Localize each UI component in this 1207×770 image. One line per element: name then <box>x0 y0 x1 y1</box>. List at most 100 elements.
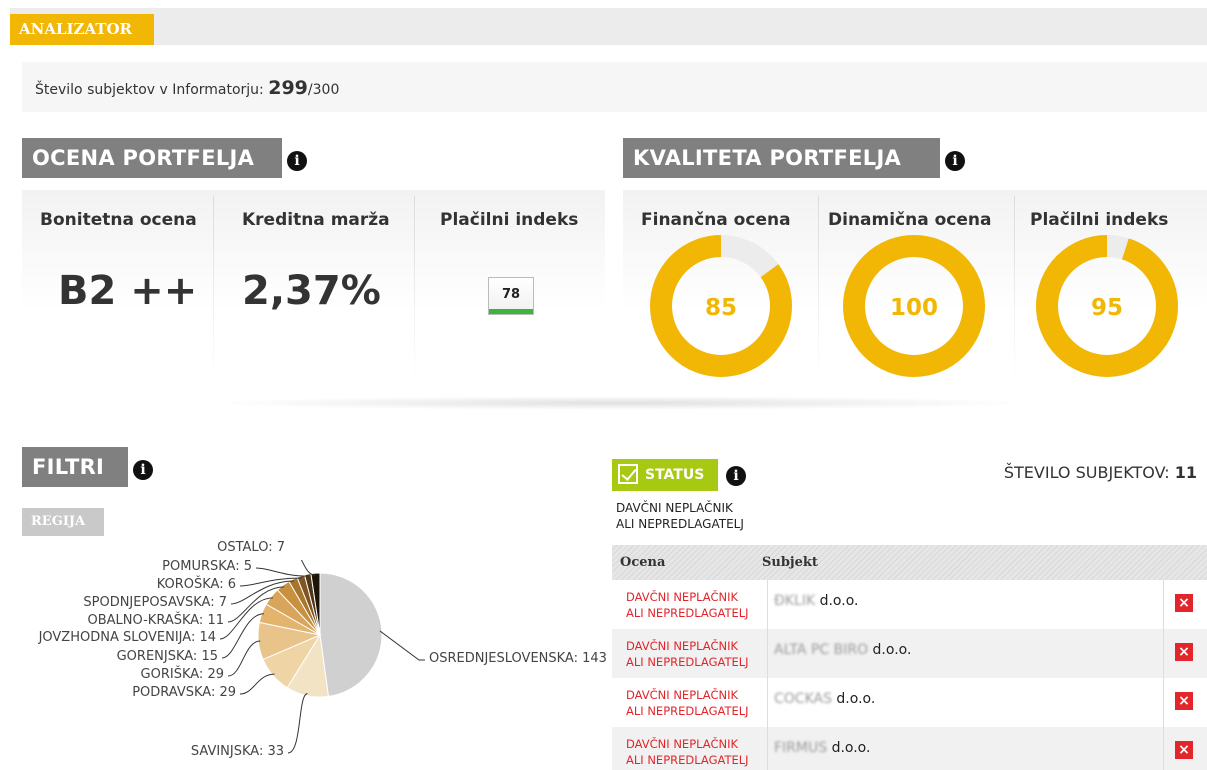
row-subject-link[interactable]: ALTA PC BIRO d.o.o. <box>774 642 911 658</box>
pie-slice[interactable] <box>319 572 383 697</box>
pie-label: GORENJSKA: 15 <box>116 649 218 664</box>
pie-leader-line <box>239 673 275 695</box>
kvaliteta-info-icon[interactable]: i <box>945 151 965 171</box>
column-header-ocena[interactable]: Ocena <box>620 555 665 570</box>
placilni-indeks-label: Plačilni indeks <box>440 210 579 230</box>
financna-ocena-gauge: 85 <box>650 235 792 377</box>
column-header-subjekt[interactable]: Subjekt <box>762 555 818 570</box>
pie-leader-line <box>255 567 309 577</box>
placilni-indeks-badge: 78 <box>488 277 534 315</box>
column-divider <box>414 196 415 384</box>
remove-icon[interactable]: × <box>1175 741 1193 759</box>
filtri-title: FILTRI <box>22 447 128 487</box>
row-ocena-line: DAVČNI NEPLAČNIK <box>626 688 739 702</box>
table-row[interactable]: DAVČNI NEPLAČNIK ALI NEPREDLAGATELJ ĐKLI… <box>612 580 1207 629</box>
remove-icon[interactable]: × <box>1175 692 1193 710</box>
dinamicna-ocena-gauge: 100 <box>843 235 985 377</box>
pie-label: PODRAVSKA: 29 <box>132 685 236 700</box>
ocena-info-icon[interactable]: i <box>287 151 307 171</box>
pie-label: SAVINJSKA: 33 <box>190 744 284 759</box>
row-subject-link[interactable]: COCKAS d.o.o. <box>774 691 875 707</box>
row-subject-link[interactable]: ĐKLIK d.o.o. <box>774 593 858 609</box>
pie-label: SPODNJEPOSAVSKA: 7 <box>83 595 227 610</box>
status-badge-label: STATUS <box>645 467 705 483</box>
row-subject-suffix: d.o.o. <box>868 642 912 658</box>
filtri-info-icon[interactable]: i <box>133 460 153 480</box>
pie-leader-line <box>227 640 261 677</box>
placilni-indeks-gauge-label: Plačilni indeks <box>1030 210 1169 230</box>
subject-counter-bar: Število subjektov v Informatorju: 299/30… <box>22 62 1207 112</box>
top-bar <box>10 8 1207 45</box>
column-divider <box>818 196 819 384</box>
table-row[interactable]: DAVČNI NEPLAČNIK ALI NEPREDLAGATELJ ALTA… <box>612 629 1207 678</box>
row-ocena: DAVČNI NEPLAČNIK ALI NEPREDLAGATELJ <box>626 687 749 719</box>
row-ocena-line: ALI NEPREDLAGATELJ <box>626 753 749 767</box>
pie-label: JOVZHODNA SLOVENIJA: 14 <box>38 630 216 645</box>
subject-counter: Število subjektov v Informatorju: 299/30… <box>35 77 339 99</box>
ocena-portfelja-title: OCENA PORTFELJA <box>22 138 282 178</box>
status-description: DAVČNI NEPLAČNIK ALI NEPREDLAGATELJ <box>616 500 744 532</box>
cell-divider <box>767 629 768 678</box>
dinamicna-ocena-value: 100 <box>889 295 938 321</box>
row-subject-suffix: d.o.o. <box>831 691 876 707</box>
bonitetna-ocena-label: Bonitetna ocena <box>40 210 197 230</box>
status-description-line: DAVČNI NEPLAČNIK <box>616 501 733 515</box>
redacted-name: ĐKLIK <box>774 593 816 609</box>
cell-divider <box>767 678 768 727</box>
subject-count-label: ŠTEVILO SUBJEKTOV: <box>1003 463 1170 482</box>
pie-label: OBALNO-KRAŠKA: 11 <box>87 613 225 628</box>
pie-label: GORIŠKA: 29 <box>140 667 224 682</box>
pie-label: KOROŠKA: 6 <box>156 577 236 592</box>
subject-count: ŠTEVILO SUBJEKTOV: 11 <box>1004 463 1197 482</box>
status-info-icon[interactable]: i <box>726 466 746 486</box>
placilni-indeks-gauge: 95 <box>1036 235 1178 377</box>
table-row[interactable]: DAVČNI NEPLAČNIK ALI NEPREDLAGATELJ COCK… <box>612 678 1207 727</box>
tab-analizator[interactable]: ANALIZATOR <box>10 14 154 45</box>
pie-label: OSTALO: 7 <box>217 540 285 555</box>
subject-counter-total: /300 <box>307 82 340 98</box>
remove-icon[interactable]: × <box>1175 643 1193 661</box>
kvaliteta-portfelja-title: KVALITETA PORTFELJA <box>623 138 940 178</box>
subject-counter-label: Število subjektov v Informatorju: <box>35 82 264 98</box>
kreditna-marza-label: Kreditna marža <box>242 210 390 230</box>
pie-label: POMURSKA: 5 <box>162 559 252 574</box>
row-ocena: DAVČNI NEPLAČNIK ALI NEPREDLAGATELJ <box>626 736 749 768</box>
cell-divider <box>1163 727 1164 770</box>
dinamicna-ocena-label: Dinamična ocena <box>828 210 992 230</box>
placilni-indeks-gauge-value: 95 <box>1090 295 1123 321</box>
row-ocena-line: ALI NEPREDLAGATELJ <box>626 704 749 718</box>
redacted-name: FIRMUS <box>774 740 828 756</box>
cell-divider <box>1163 678 1164 727</box>
row-subject-link[interactable]: FIRMUS d.o.o. <box>774 740 870 756</box>
bonitetna-ocena-value: B2 ++ <box>58 268 198 314</box>
row-ocena-line: ALI NEPREDLAGATELJ <box>626 655 749 669</box>
row-ocena-line: DAVČNI NEPLAČNIK <box>626 639 739 653</box>
column-divider <box>1014 196 1015 384</box>
row-ocena-line: ALI NEPREDLAGATELJ <box>626 606 749 620</box>
status-description-line: ALI NEPREDLAGATELJ <box>616 517 744 531</box>
panel-shadow <box>205 396 1035 410</box>
column-divider <box>213 196 214 384</box>
row-ocena-line: DAVČNI NEPLAČNIK <box>626 590 739 604</box>
table-row[interactable]: DAVČNI NEPLAČNIK ALI NEPREDLAGATELJ FIRM… <box>612 727 1207 770</box>
financna-ocena-value: 85 <box>704 295 737 321</box>
remove-icon[interactable]: × <box>1175 594 1193 612</box>
row-ocena-line: DAVČNI NEPLAČNIK <box>626 737 739 751</box>
kreditna-marza-value: 2,37% <box>242 268 381 314</box>
table-header: Ocena Subjekt <box>612 545 1207 580</box>
row-subject-suffix: d.o.o. <box>815 593 859 609</box>
regija-filter-tab[interactable]: REGIJA <box>22 508 104 536</box>
redacted-name: COCKAS <box>774 691 832 707</box>
cell-divider <box>1163 629 1164 678</box>
redacted-name: ALTA PC BIRO <box>774 642 869 658</box>
financna-ocena-label: Finančna ocena <box>641 210 791 230</box>
placilni-indeks-value: 78 <box>501 287 521 302</box>
subject-counter-current: 299 <box>268 77 308 99</box>
row-ocena: DAVČNI NEPLAČNIK ALI NEPREDLAGATELJ <box>626 638 749 670</box>
pie-label: OSREDNJESLOVENSKA: 143 <box>429 651 607 666</box>
status-filter-badge[interactable]: STATUS <box>612 459 718 491</box>
row-ocena: DAVČNI NEPLAČNIK ALI NEPREDLAGATELJ <box>626 589 749 621</box>
pie-leader-line <box>379 630 425 661</box>
pie-leader-line <box>287 693 308 754</box>
pie-leader-line <box>300 560 316 576</box>
